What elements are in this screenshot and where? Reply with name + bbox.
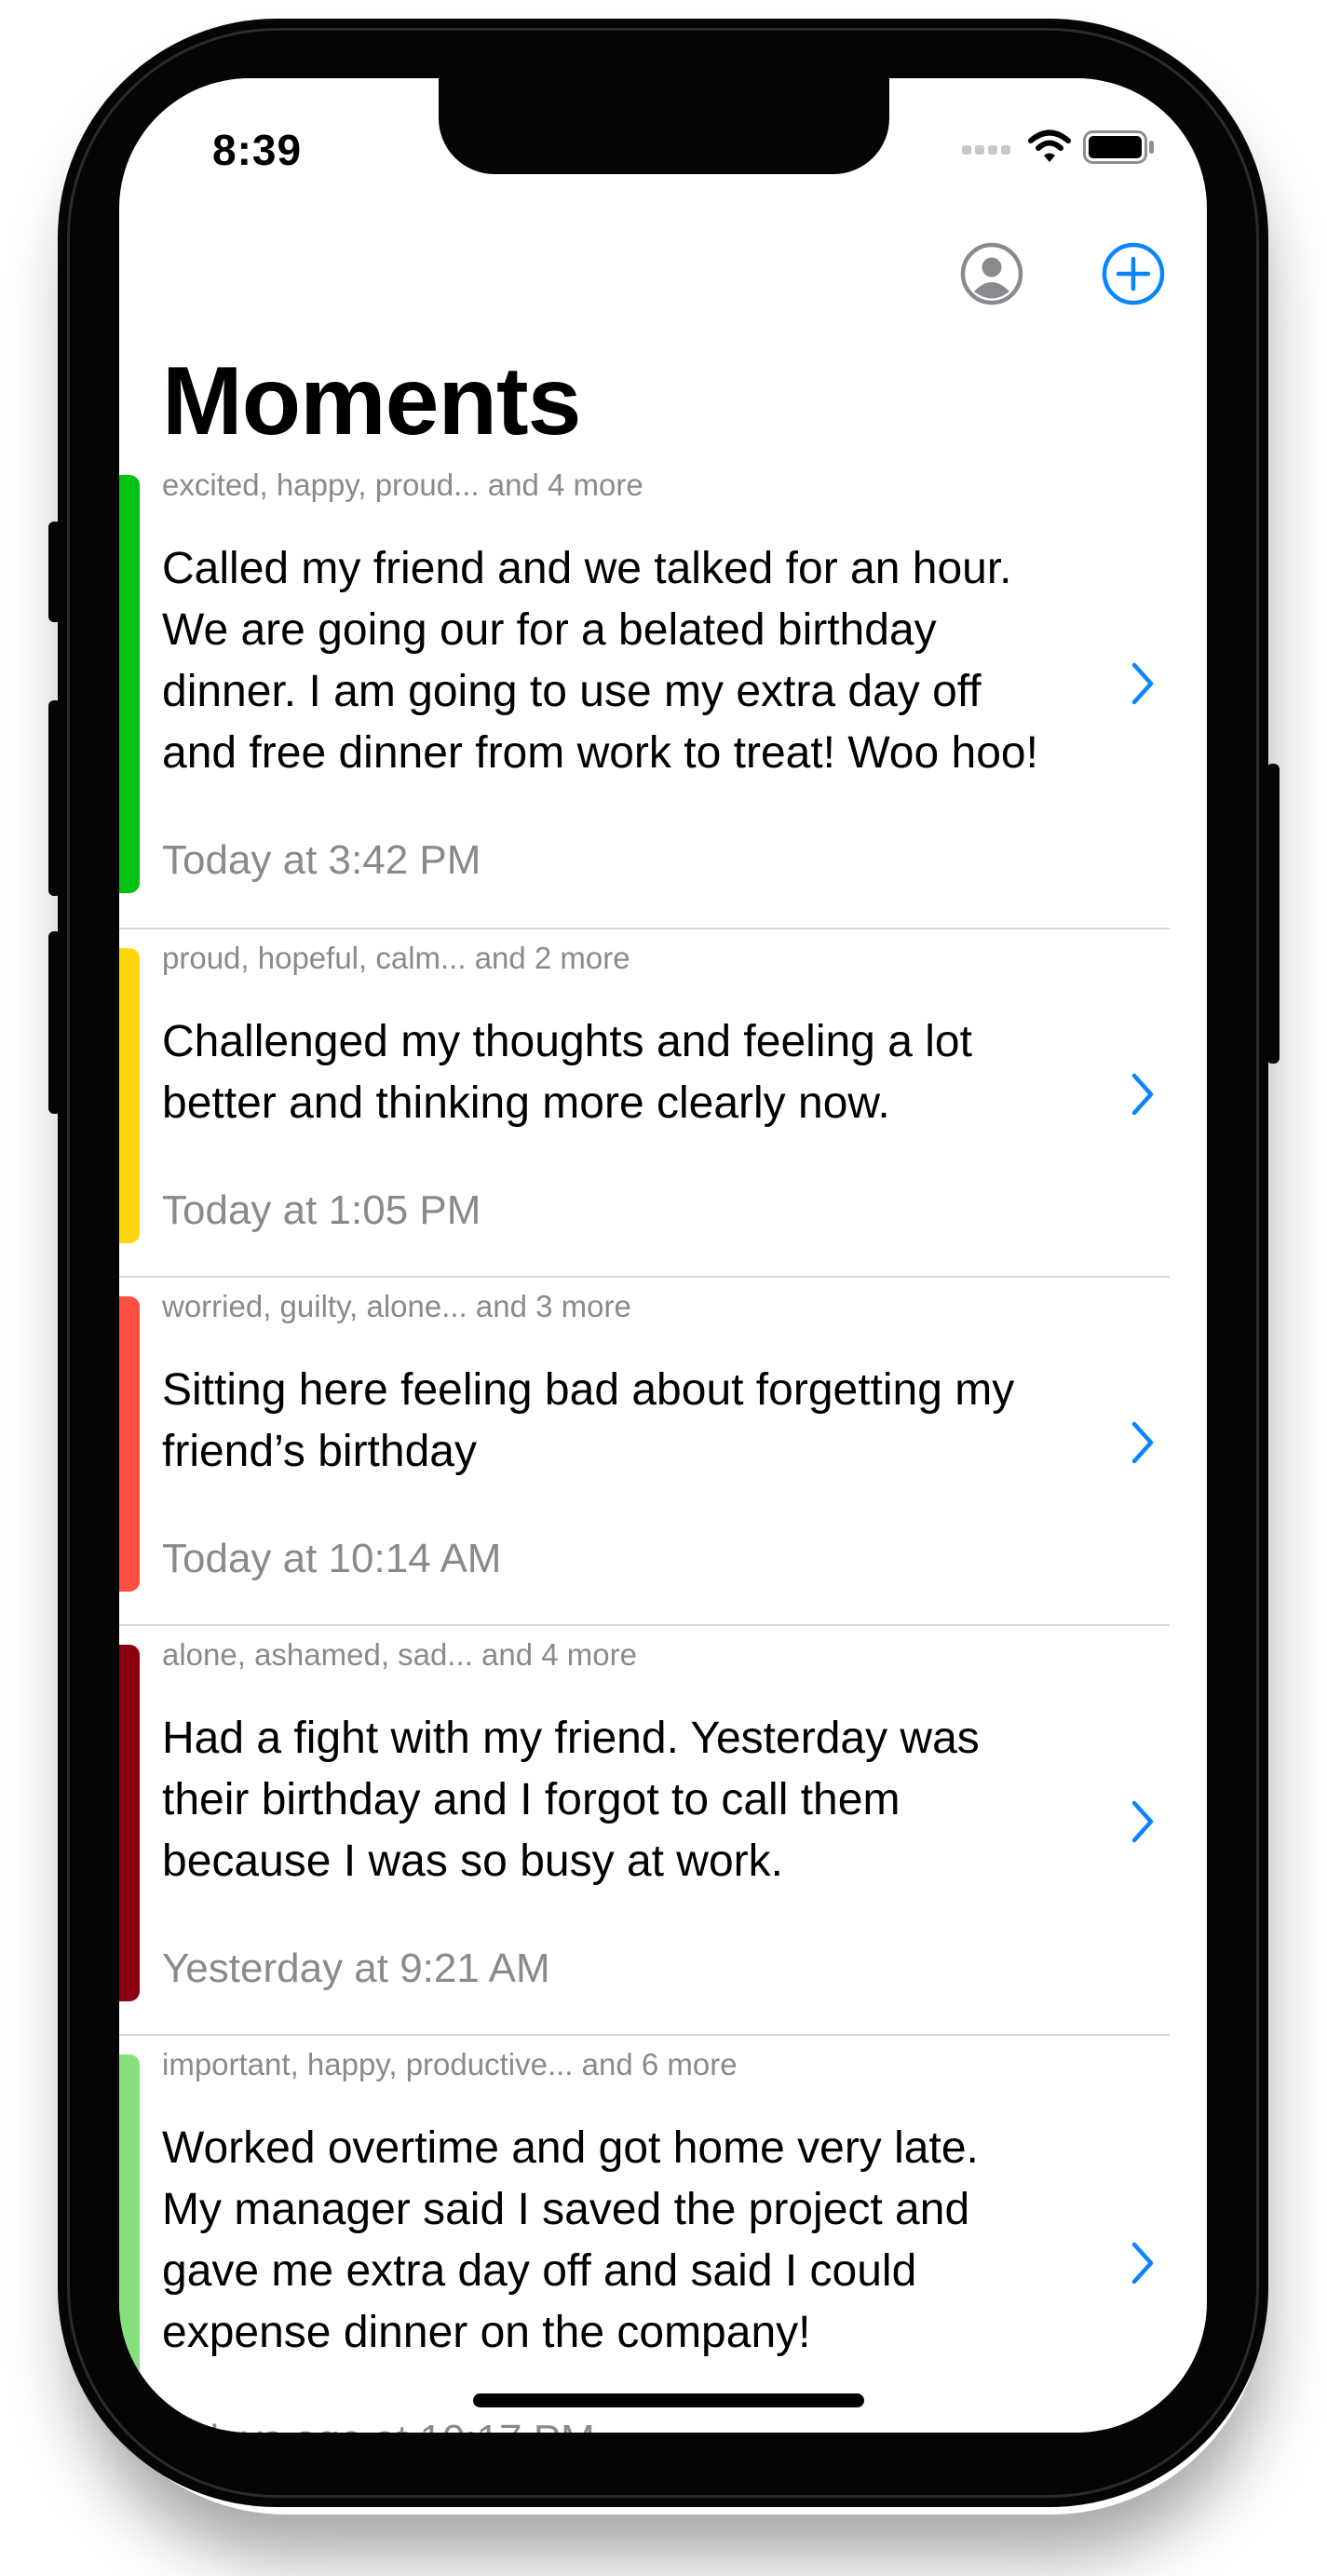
moment-text: Worked overtime and got home very late. … xyxy=(162,2123,979,2357)
chevron-right-icon xyxy=(1131,2242,1154,2285)
mood-color-bar xyxy=(119,1296,140,1592)
app-screen: 8:39 Moments excited, happy, proud... an… xyxy=(119,78,1207,2433)
moment-row[interactable]: worried, guilty, alone... and 3 more Sit… xyxy=(119,1289,1207,1592)
moment-tags: worried, guilty, alone... and 3 more xyxy=(162,1289,631,1323)
mood-color-bar xyxy=(119,475,140,893)
moment-date: 2 days ago at 10:17 PM xyxy=(162,2417,595,2433)
mood-color-bar xyxy=(119,2054,140,2433)
moment-row[interactable]: proud, hopeful, calm... and 2 more Chall… xyxy=(119,941,1207,1243)
moment-row[interactable]: alone, ashamed, sad... and 4 more Had a … xyxy=(119,1637,1207,2001)
volume-up-button xyxy=(48,700,61,896)
moment-tags: alone, ashamed, sad... and 4 more xyxy=(162,1637,637,1672)
moment-tags: excited, happy, proud... and 4 more xyxy=(162,468,643,502)
row-separator xyxy=(119,1624,1170,1626)
moment-tags: proud, hopeful, calm... and 2 more xyxy=(162,941,630,975)
wifi-icon xyxy=(1028,129,1071,162)
silent-switch xyxy=(48,522,61,622)
add-moment-icon[interactable] xyxy=(1102,242,1165,305)
cellular-signal-icon xyxy=(962,145,1012,155)
moment-text: Sitting here feeling bad about forgettin… xyxy=(162,1365,1015,1476)
moment-text: Had a fight with my friend. Yesterday wa… xyxy=(162,1714,980,1886)
moment-date: Yesterday at 9:21 AM xyxy=(162,1946,550,1991)
battery-icon xyxy=(1083,130,1154,164)
moment-row[interactable]: excited, happy, proud... and 4 more Call… xyxy=(119,468,1207,893)
profile-icon[interactable] xyxy=(960,242,1023,305)
page-title: Moments xyxy=(162,347,581,455)
side-button xyxy=(1266,764,1280,1064)
notch xyxy=(439,78,889,174)
chevron-right-icon xyxy=(1131,1073,1154,1116)
volume-down-button xyxy=(48,931,61,1114)
status-time: 8:39 xyxy=(212,126,303,174)
moment-date: Today at 3:42 PM xyxy=(162,837,481,883)
row-separator xyxy=(119,928,1170,929)
row-separator xyxy=(119,1276,1170,1278)
row-separator xyxy=(119,2034,1170,2036)
moment-tags: important, happy, productive... and 6 mo… xyxy=(162,2047,738,2081)
chevron-right-icon xyxy=(1131,662,1154,705)
chevron-right-icon xyxy=(1131,1421,1154,1464)
moment-date: Today at 10:14 AM xyxy=(162,1536,502,1581)
moment-date: Today at 1:05 PM xyxy=(162,1187,481,1233)
home-indicator[interactable] xyxy=(473,2393,864,2407)
mood-color-bar xyxy=(119,948,140,1243)
moment-row[interactable]: important, happy, productive... and 6 mo… xyxy=(119,2047,1207,2433)
chevron-right-icon xyxy=(1131,1800,1154,1843)
moment-text: Called my friend and we talked for an ho… xyxy=(162,544,1038,778)
mood-color-bar xyxy=(119,1645,140,2001)
moment-text: Challenged my thoughts and feeling a lot… xyxy=(162,1017,972,1128)
